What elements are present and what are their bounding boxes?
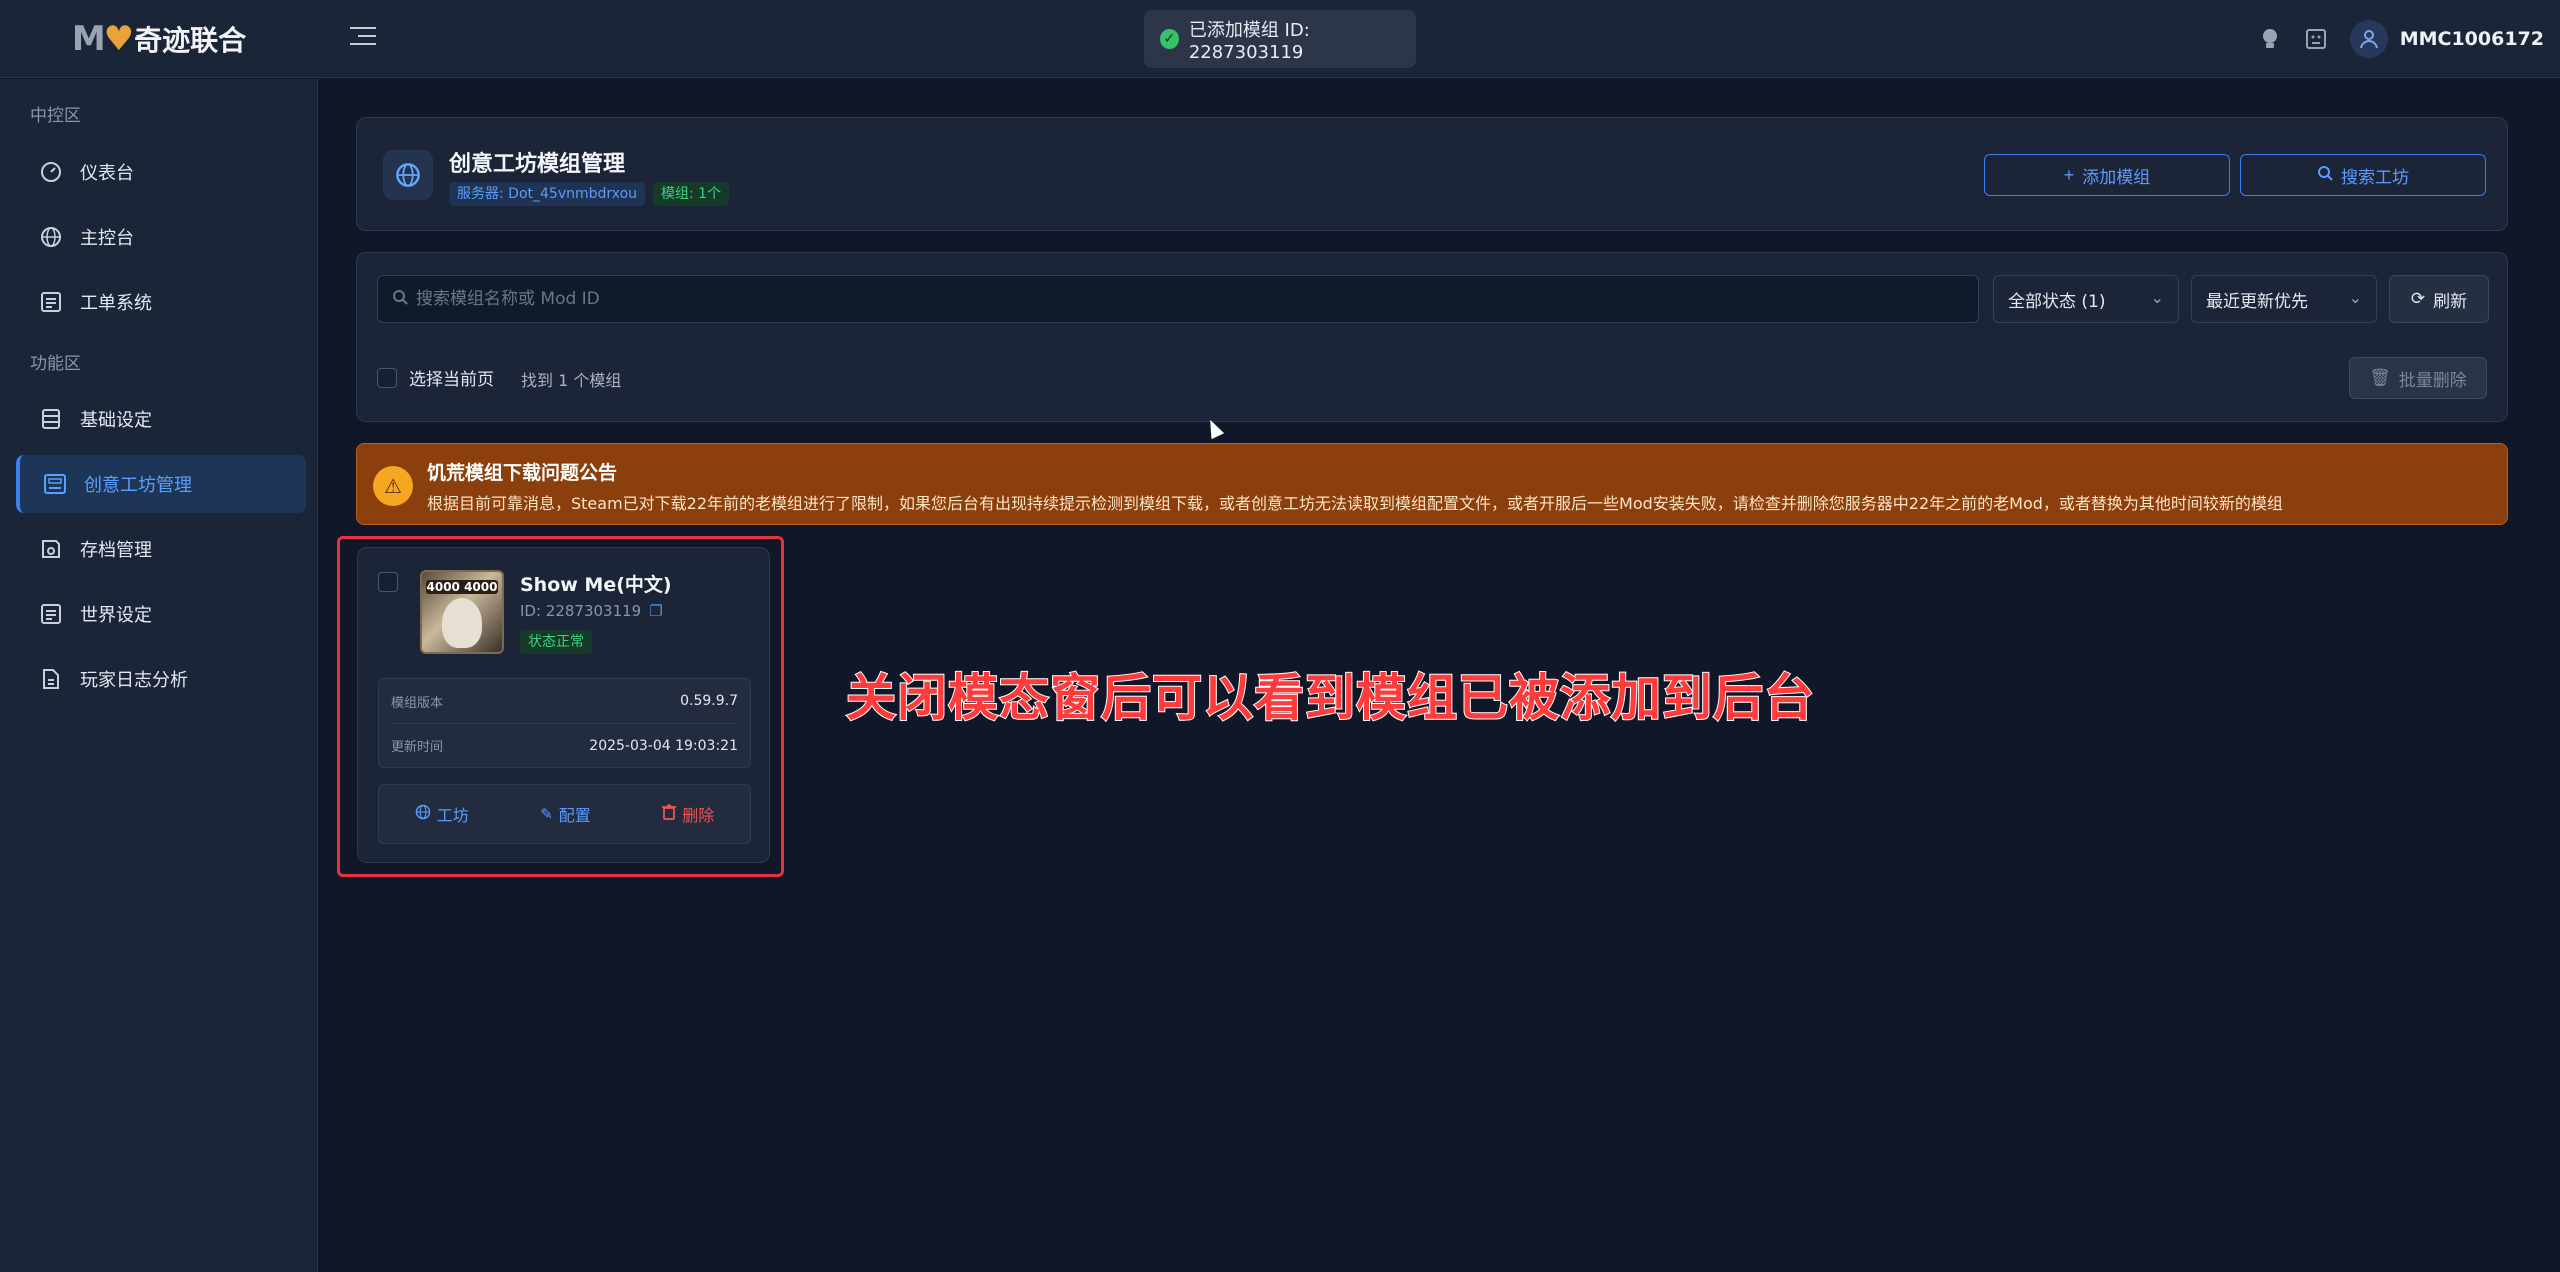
trash-icon — [662, 804, 677, 824]
add-mod-button[interactable]: + 添加模组 — [1984, 154, 2230, 196]
annotation-text: 关闭模态窗后可以看到模组已被添加到后台 — [845, 668, 1815, 728]
logo-mark: M♥ — [71, 19, 134, 59]
sidebar-item-workshop[interactable]: 创意工坊管理 — [16, 455, 306, 513]
sidebar-item-dashboard[interactable]: 仪表台 — [16, 143, 306, 201]
section-label-control: 中控区 — [30, 106, 81, 126]
menu-toggle-icon[interactable] — [350, 27, 376, 51]
sidebar-item-console[interactable]: 主控台 — [16, 208, 306, 266]
batch-delete-button[interactable]: 🗑 批量删除 — [2349, 357, 2487, 399]
workshop-icon — [42, 471, 68, 497]
sidebar-item-label: 创意工坊管理 — [84, 475, 192, 496]
mod-thumbnail: 4000 4000 — [420, 570, 504, 654]
mod-actions: 工坊 ✎ 配置 删除 — [378, 784, 751, 844]
globe-icon — [415, 804, 431, 824]
thumb-text: 4000 4000 — [426, 580, 498, 594]
edit-icon: ✎ — [540, 805, 553, 823]
gauge-icon — [38, 159, 64, 185]
list-icon — [38, 289, 64, 315]
toast-text: 已添加模组 ID: 2287303119 — [1188, 19, 1310, 63]
search-icon — [392, 289, 408, 309]
globe-icon — [38, 224, 64, 250]
mod-select-checkbox[interactable] — [378, 572, 398, 592]
server-icon — [38, 406, 64, 432]
mod-card: 4000 4000 Show Me(中文) ID: 2287303119 ❐ 状… — [357, 547, 770, 863]
mod-count-badge: 模组: 1个 — [653, 182, 730, 206]
sidebar-item-label: 仪表台 — [80, 163, 134, 184]
info-row-version: 模组版本 0.59.9.7 — [391, 693, 738, 711]
top-right-actions: MMC1006172 — [2258, 0, 2560, 78]
check-circle-icon: ✓ — [1160, 29, 1179, 49]
sidebar-item-tickets[interactable]: 工单系统 — [16, 273, 306, 331]
globe-icon — [383, 150, 433, 200]
chevron-down-icon: ⌄ — [2150, 288, 2164, 307]
mod-name: Show Me(中文) — [520, 574, 672, 596]
sort-select[interactable]: 最近更新优先 ⌄ — [2191, 275, 2377, 323]
status-select[interactable]: 全部状态 (1) ⌄ — [1993, 275, 2179, 323]
sidebar-item-label: 主控台 — [80, 228, 134, 249]
chevron-down-icon: ⌄ — [2348, 288, 2362, 307]
section-label-features: 功能区 — [30, 354, 81, 374]
announcement-title: 饥荒模组下载问题公告 — [427, 462, 618, 484]
mod-info-panel: 模组版本 0.59.9.7 更新时间 2025-03-04 19:03:21 — [378, 678, 751, 768]
checkbox[interactable] — [377, 367, 397, 388]
info-row-updated: 更新时间 2025-03-04 19:03:21 — [391, 723, 738, 767]
logo[interactable]: M♥ 奇迹联合 — [0, 0, 318, 78]
select-page-checkbox[interactable]: 选择当前页 — [377, 365, 494, 390]
mod-id: ID: 2287303119 ❐ — [520, 602, 663, 620]
logo-text: 奇迹联合 — [134, 24, 247, 57]
status-badge: 状态正常 — [520, 630, 592, 654]
search-workshop-button[interactable]: 搜索工坊 — [2240, 154, 2486, 196]
sidebar-item-label: 基础设定 — [80, 410, 152, 431]
copy-icon[interactable]: ❐ — [649, 602, 662, 620]
sidebar-item-basic-settings[interactable]: 基础设定 — [16, 390, 306, 448]
sidebar-item-label: 世界设定 — [80, 605, 152, 626]
sidebar-item-saves[interactable]: 存档管理 — [16, 520, 306, 578]
config-button[interactable]: ✎ 配置 — [540, 802, 591, 826]
lightbulb-icon[interactable] — [2258, 27, 2282, 51]
sidebar-item-player-logs[interactable]: 玩家日志分析 — [16, 650, 306, 708]
workshop-header-card: 创意工坊模组管理 服务器: Dot_45vnmbdrxou 模组: 1个 + 添… — [356, 117, 2508, 231]
plus-icon: + — [2063, 164, 2075, 185]
search-icon — [2317, 165, 2333, 186]
page-title: 创意工坊模组管理 — [449, 152, 626, 177]
list-icon — [38, 601, 64, 627]
username[interactable]: MMC1006172 — [2400, 28, 2544, 50]
sidebar-item-label: 存档管理 — [80, 540, 152, 561]
sidebar-item-label: 工单系统 — [80, 293, 152, 314]
trash-icon: 🗑 — [2369, 368, 2391, 387]
found-count: 找到 1 个模组 — [521, 371, 622, 390]
user-avatar-icon[interactable] — [2349, 20, 2388, 58]
warning-icon: ⚠ — [373, 466, 413, 506]
screen-icon[interactable] — [2304, 27, 2328, 51]
document-icon — [38, 666, 64, 692]
delete-button[interactable]: 删除 — [662, 802, 714, 826]
sidebar: 中控区 仪表台 主控台 工单系统 功能区 基础设定 创意工坊管理 存档管理 世界… — [0, 79, 318, 1272]
server-badge: 服务器: Dot_45vnmbdrxou — [449, 182, 646, 206]
refresh-icon: ⟳ — [2410, 289, 2426, 308]
announcement-banner: ⚠ 饥荒模组下载问题公告 根据目前可靠消息，Steam已对下载22年前的老模组进… — [356, 443, 2508, 525]
search-input[interactable] — [416, 289, 1916, 309]
sidebar-item-world-settings[interactable]: 世界设定 — [16, 585, 306, 643]
save-icon — [38, 536, 64, 562]
sidebar-item-label: 玩家日志分析 — [80, 670, 188, 691]
filter-card: 全部状态 (1) ⌄ 最近更新优先 ⌄ ⟳ 刷新 选择当前页 找到 1 个模组 … — [356, 252, 2508, 422]
top-bar: M♥ 奇迹联合 ✓ 已添加模组 ID: 2287303119 MMC100617… — [0, 0, 2560, 78]
search-box[interactable] — [377, 275, 1979, 323]
workshop-button[interactable]: 工坊 — [415, 802, 469, 826]
announcement-body: 根据目前可靠消息，Steam已对下载22年前的老模组进行了限制，如果您后台有出现… — [427, 494, 2283, 513]
refresh-button[interactable]: ⟳ 刷新 — [2389, 275, 2489, 323]
success-toast: ✓ 已添加模组 ID: 2287303119 — [1144, 10, 1416, 68]
